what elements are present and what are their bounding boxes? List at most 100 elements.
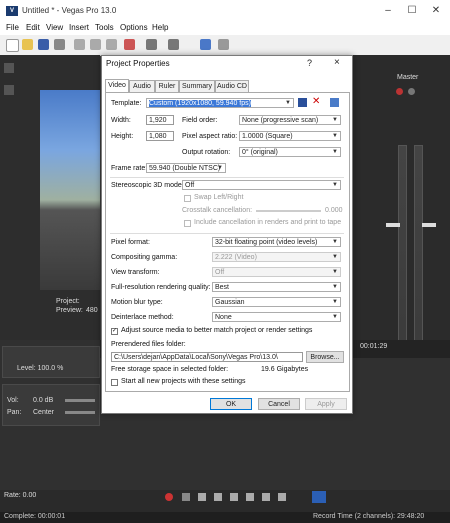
- video-track-header[interactable]: Level: 100.0 %: [2, 346, 100, 378]
- render-quality-select[interactable]: Best ▼: [212, 282, 341, 292]
- delete-template-icon[interactable]: ✕: [312, 96, 320, 107]
- tab-audio[interactable]: Audio: [129, 80, 155, 92]
- free-storage-value: 19.6 Gigabytes: [261, 366, 309, 373]
- master-fader-right[interactable]: [422, 223, 436, 227]
- menu-tools[interactable]: Tools: [95, 23, 114, 32]
- menu-help[interactable]: Help: [152, 23, 168, 32]
- prerender-folder-field[interactable]: C:\Users\dejan\AppData\Local\Sony\Vegas …: [111, 352, 303, 362]
- envelope-tool-icon[interactable]: [168, 39, 179, 50]
- pause-icon[interactable]: [230, 493, 238, 501]
- prerender-folder-label: Prerendered files folder:: [111, 341, 186, 348]
- swap-left-right-checkbox[interactable]: [184, 195, 191, 202]
- go-to-start-icon[interactable]: [262, 493, 270, 501]
- adjust-source-checkbox[interactable]: ✓: [111, 328, 118, 335]
- output-rotation-value: 0° (original): [242, 149, 278, 156]
- deinterlace-select[interactable]: None ▼: [212, 312, 341, 322]
- volume-slider[interactable]: [65, 399, 95, 402]
- minimize-icon[interactable]: –: [380, 3, 396, 19]
- menu-options[interactable]: Options: [120, 23, 148, 32]
- compositing-gamma-label: Compositing gamma:: [111, 254, 178, 261]
- stereo-3d-label: Stereoscopic 3D mode:: [111, 182, 184, 189]
- edit-tool-icon[interactable]: [146, 39, 157, 50]
- copy-icon[interactable]: [90, 39, 101, 50]
- stop-icon[interactable]: [246, 493, 254, 501]
- undo-icon[interactable]: [124, 39, 135, 50]
- chevron-down-icon: ▼: [332, 269, 338, 275]
- properties-icon[interactable]: [54, 39, 65, 50]
- chevron-down-icon: ▼: [332, 149, 338, 155]
- tab-video[interactable]: Video: [105, 79, 129, 92]
- field-order-select[interactable]: None (progressive scan) ▼: [239, 115, 341, 125]
- record-icon[interactable]: [165, 493, 173, 501]
- template-select[interactable]: Custom (1920x1080, 59.940 fps) ▼: [146, 98, 294, 108]
- pixel-format-select[interactable]: 32-bit floating point (video levels) ▼: [212, 237, 341, 247]
- field-order-value: None (progressive scan): [242, 117, 319, 124]
- close-window-icon[interactable]: ✕: [428, 3, 444, 19]
- menu-file[interactable]: File: [6, 23, 19, 32]
- edit-cursor-icon[interactable]: [312, 491, 326, 503]
- record-arm-icon[interactable]: [396, 88, 403, 95]
- stereo-3d-select[interactable]: Off ▼: [182, 180, 341, 190]
- dialog-close-icon[interactable]: ×: [334, 57, 340, 68]
- status-complete: Complete: 00:00:01: [4, 513, 66, 520]
- play-from-start-icon[interactable]: [198, 493, 206, 501]
- tab-audio-cd[interactable]: Audio CD: [215, 80, 249, 92]
- menu-view[interactable]: View: [46, 23, 63, 32]
- apply-button[interactable]: Apply: [305, 398, 347, 410]
- deinterlace-label: Deinterlace method:: [111, 314, 174, 321]
- folder-icon[interactable]: [4, 85, 14, 95]
- open-icon[interactable]: [22, 39, 33, 50]
- preview-toolbar-icon[interactable]: [4, 63, 14, 73]
- save-icon[interactable]: [38, 39, 49, 50]
- go-to-end-icon[interactable]: [278, 493, 286, 501]
- motion-blur-label: Motion blur type:: [111, 299, 163, 306]
- maximize-icon[interactable]: ☐: [404, 3, 420, 19]
- pan-slider[interactable]: [65, 411, 95, 414]
- height-field[interactable]: 1,080: [146, 131, 174, 141]
- motion-blur-value: Gaussian: [215, 299, 245, 306]
- loop-icon[interactable]: [182, 493, 190, 501]
- motion-blur-select[interactable]: Gaussian ▼: [212, 297, 341, 307]
- compositing-gamma-select[interactable]: 2.222 (Video) ▼: [212, 252, 341, 262]
- paste-icon[interactable]: [106, 39, 117, 50]
- pixel-aspect-label: Pixel aspect ratio:: [182, 133, 238, 140]
- cancel-button[interactable]: Cancel: [258, 398, 300, 410]
- output-rotation-select[interactable]: 0° (original) ▼: [239, 147, 341, 157]
- ignore-grouping-icon[interactable]: [218, 39, 229, 50]
- output-rotation-label: Output rotation:: [182, 149, 231, 156]
- tab-ruler[interactable]: Ruler: [155, 80, 179, 92]
- pixel-aspect-select[interactable]: 1.0000 (Square) ▼: [239, 131, 341, 141]
- chevron-down-icon: ▼: [217, 165, 223, 171]
- menu-bar: File Edit View Insert Tools Options Help: [0, 22, 450, 35]
- crosstalk-slider[interactable]: [256, 210, 321, 212]
- ok-button[interactable]: OK: [210, 398, 252, 410]
- crosstalk-label: Crosstalk cancellation:: [182, 207, 253, 214]
- browse-button[interactable]: Browse...: [306, 351, 344, 363]
- menu-insert[interactable]: Insert: [69, 23, 89, 32]
- include-cancellation-label: Include cancellation in renders and prin…: [194, 219, 342, 226]
- play-icon[interactable]: [214, 493, 222, 501]
- include-cancellation-checkbox[interactable]: [184, 220, 191, 227]
- match-media-settings-icon[interactable]: [330, 98, 339, 107]
- snapping-icon[interactable]: [200, 39, 211, 50]
- tab-summary[interactable]: Summary: [179, 80, 215, 92]
- width-field[interactable]: 1,920: [146, 115, 174, 125]
- fx-icon[interactable]: [408, 88, 415, 95]
- cut-icon[interactable]: [74, 39, 85, 50]
- frame-rate-select[interactable]: 59.940 (Double NTSC) ▼: [146, 163, 226, 173]
- swap-left-right-label: Swap Left/Right: [194, 194, 244, 201]
- new-project-icon[interactable]: [6, 39, 19, 52]
- preview-value: 480: [86, 307, 98, 314]
- menu-edit[interactable]: Edit: [26, 23, 40, 32]
- save-template-icon[interactable]: [298, 98, 307, 107]
- stereo-3d-value: Off: [185, 182, 195, 189]
- deinterlace-value: None: [215, 314, 232, 321]
- view-transform-select[interactable]: Off ▼: [212, 267, 341, 277]
- compositing-gamma-value: 2.222 (Video): [215, 254, 257, 261]
- chevron-down-icon: ▼: [332, 284, 338, 290]
- start-all-projects-checkbox[interactable]: [111, 379, 118, 386]
- project-label: Project:: [56, 298, 80, 305]
- audio-track-header[interactable]: Vol: 0.0 dB Pan: Center: [2, 384, 100, 426]
- master-fader-left[interactable]: [386, 223, 400, 227]
- help-icon[interactable]: ?: [307, 58, 312, 68]
